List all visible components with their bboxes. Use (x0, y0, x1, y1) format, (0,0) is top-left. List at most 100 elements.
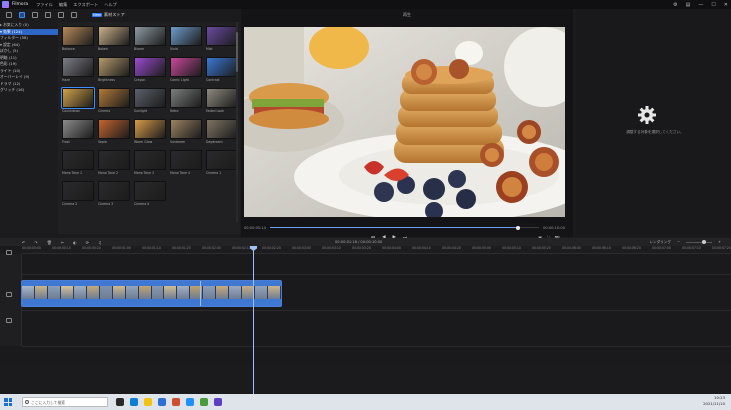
effect-thumbnail[interactable]: Retro (170, 88, 202, 115)
effect-thumbnail[interactable]: Sepia (98, 119, 130, 146)
effect-thumbnail[interactable]: Cinema 2 (62, 181, 94, 208)
file-explorer-icon[interactable] (144, 398, 152, 406)
menu-bar: ファイル 編集 エクスポート ヘルプ (36, 2, 117, 8)
effect-thumbnail[interactable]: Balance (62, 26, 94, 53)
effect-label: Haze (62, 78, 70, 82)
color-icon[interactable]: ◐ (73, 240, 77, 245)
effect-thumbnail[interactable]: Haze (62, 57, 94, 84)
effect-thumbnail[interactable]: Mono Tone 2 (98, 150, 130, 177)
settings-icon[interactable]: ⚙ (673, 2, 677, 8)
app-icon[interactable] (200, 398, 208, 406)
effect-thumbnail[interactable]: Mono Tone 3 (134, 150, 166, 177)
ruler-tick-label: 00:00:05:10 (502, 246, 521, 250)
clip-frame (138, 286, 152, 299)
effect-thumbnail[interactable]: Brightness (98, 57, 130, 84)
ruler-tick-label: 00:00:06:00 (562, 246, 581, 250)
effect-thumbnail[interactable]: Frost (62, 119, 94, 146)
transition-tab-icon[interactable] (45, 12, 51, 18)
video-track-icon[interactable] (6, 292, 12, 297)
ruler-tick-label: 00:00:04:00 (382, 246, 401, 250)
office-icon[interactable] (172, 398, 180, 406)
render-button[interactable]: レンダリング (649, 240, 671, 245)
effect-thumbnail[interactable]: Bloom (134, 26, 166, 53)
timeline-ruler[interactable]: 00:00:00:00 00:00:00:10 00:00:00:20 00:00:0… (22, 246, 731, 254)
preview-video[interactable] (244, 27, 565, 217)
zoom-handle[interactable] (701, 240, 706, 244)
maximize-button[interactable]: ☐ (711, 2, 715, 8)
ruler-tick-label: 00:00:05:00 (472, 246, 491, 250)
effect-preview-image (98, 150, 130, 170)
ruler-tick-label: 00:00:01:00 (112, 246, 131, 250)
effect-thumbnail[interactable]: Contrast (206, 57, 238, 84)
audio-track-icon[interactable] (6, 318, 12, 323)
timeline-right-tools: レンダリング − + (649, 238, 721, 246)
clip-frame (22, 286, 35, 299)
zoom-out-icon[interactable]: − (677, 240, 680, 244)
system-tray-clock[interactable]: 10:23 2021/11/10 (703, 395, 725, 407)
audio-icon[interactable]: ♫ (98, 240, 102, 245)
layout-icon[interactable]: ▤ (686, 2, 691, 8)
effect-label: Mono Tone 1 (62, 171, 83, 175)
effect-thumbnail[interactable]: Bokeh (98, 26, 130, 53)
windows-taskbar: ここに入力して検索 10:23 2021/11/10 (0, 394, 731, 410)
effect-thumbnail[interactable]: Cinema 3 (98, 181, 130, 208)
zoom-in-icon[interactable]: + (718, 240, 721, 244)
filmora-taskbar-icon[interactable] (214, 398, 222, 406)
delete-icon[interactable]: 🗑 (47, 240, 52, 245)
playhead[interactable] (253, 246, 254, 400)
add-track-icon[interactable] (6, 250, 12, 255)
effect-thumbnail[interactable]: Cinema (98, 88, 130, 115)
effect-thumbnail[interactable]: Cinema 1 (206, 150, 238, 177)
taskbar-search-input[interactable]: ここに入力して検索 (22, 397, 108, 407)
seek-track[interactable] (269, 225, 540, 230)
gallery-scrollbar[interactable] (236, 22, 238, 222)
mail-icon[interactable] (186, 398, 194, 406)
menu-file[interactable]: ファイル (36, 2, 53, 8)
sidebar-item-glitch[interactable]: グリッチ (16) (0, 87, 58, 94)
split-tab-icon[interactable] (71, 12, 77, 18)
menu-edit[interactable]: 編集 (59, 2, 67, 8)
app-name: Filmora (12, 2, 29, 7)
effect-thumbnail[interactable]: Countdown (61, 87, 95, 115)
task-view-icon[interactable] (116, 398, 124, 406)
store-icon[interactable] (158, 398, 166, 406)
store-button[interactable]: New 素材ストア (92, 12, 125, 18)
effect-thumbnail[interactable]: Mono Tone 1 (62, 150, 94, 177)
minimize-button[interactable]: — (698, 2, 703, 8)
elements-tab-icon[interactable] (58, 12, 64, 18)
menu-export[interactable]: エクスポート (73, 2, 98, 8)
effect-thumbnail[interactable]: Vivid (170, 26, 202, 53)
media-tab-icon[interactable] (6, 12, 12, 18)
close-button[interactable]: ✕ (724, 2, 728, 8)
effect-thumbnail[interactable]: Daydream (206, 119, 238, 146)
effect-thumbnail[interactable]: Sunbeam (170, 119, 202, 146)
clip-thumbnails (22, 286, 281, 299)
ruler-tick-label: 00:00:01:10 (142, 246, 161, 250)
redo-icon[interactable]: ↷ (34, 240, 37, 245)
window-controls: ⚙ ▤ — ☐ ✕ (673, 0, 728, 9)
effect-thumbnail[interactable]: Sunlight (134, 88, 166, 115)
split-icon[interactable]: ✂ (61, 240, 64, 245)
effect-preview-image (134, 119, 166, 139)
effect-label: Mist (206, 47, 213, 51)
scrollbar-thumb[interactable] (236, 32, 238, 72)
effect-thumbnail[interactable]: Faded Look (206, 88, 238, 115)
zoom-slider[interactable] (685, 240, 712, 244)
edge-icon[interactable] (130, 398, 138, 406)
speed-icon[interactable]: ⟳ (86, 240, 89, 245)
effect-thumbnail[interactable]: Warm Glow (134, 119, 166, 146)
windows-start-icon[interactable] (4, 398, 12, 406)
undo-icon[interactable]: ↶ (22, 240, 25, 245)
effect-thumbnail[interactable]: Mist (206, 26, 238, 53)
effects-tab-icon[interactable] (19, 12, 25, 18)
effect-thumbnail[interactable]: Mono Tone 4 (170, 150, 202, 177)
effect-thumbnail[interactable]: Crayon (134, 57, 166, 84)
effect-preview-image (62, 150, 94, 170)
seek-handle[interactable] (515, 225, 520, 230)
text-tab-icon[interactable] (32, 12, 38, 18)
effect-preview-image (206, 57, 238, 77)
video-clip[interactable] (21, 280, 282, 307)
effect-thumbnail[interactable]: Cinema 4 (134, 181, 166, 208)
menu-help[interactable]: ヘルプ (104, 2, 117, 8)
effect-thumbnail[interactable]: Comic Light (170, 57, 202, 84)
